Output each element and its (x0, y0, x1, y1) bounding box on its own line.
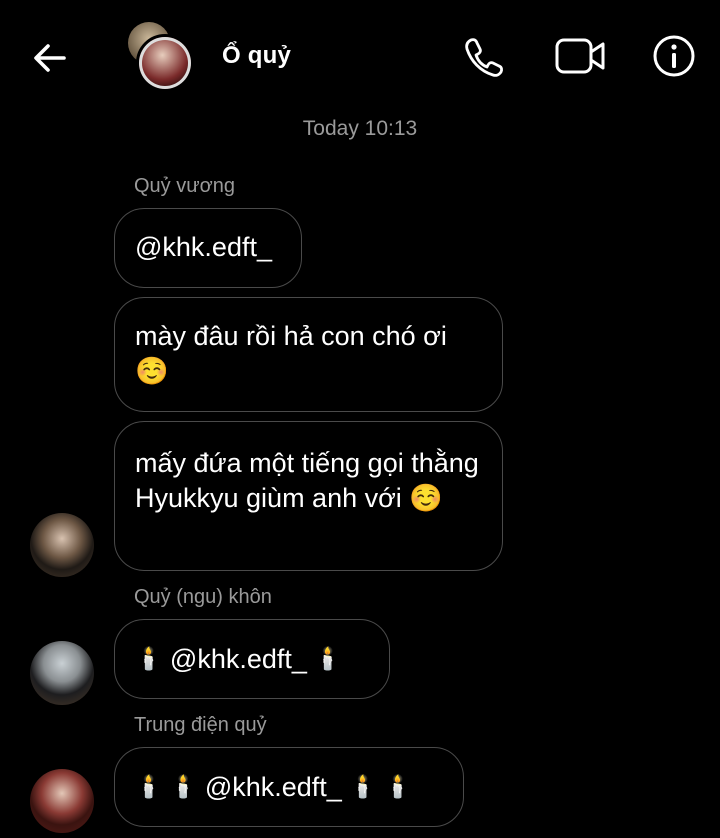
info-icon (653, 35, 695, 77)
arrow-left-icon (34, 44, 66, 72)
info-button[interactable] (652, 34, 696, 78)
back-button[interactable] (30, 38, 70, 78)
call-button[interactable] (462, 34, 506, 78)
avatar[interactable] (30, 513, 94, 577)
group-avatar-front (136, 34, 194, 92)
group-avatar[interactable] (124, 22, 194, 92)
message-bubble[interactable]: 🕯️ @khk.edft_ 🕯️ (114, 619, 390, 699)
message-text: mày đâu rồi hả con chó ơi ☺️ (135, 321, 447, 386)
message-bubble[interactable]: mấy đứa một tiếng gọi thằng Hyukkyu giùm… (114, 421, 503, 571)
candle-emoji: 🕯️ (384, 774, 412, 799)
message-text: mấy đứa một tiếng gọi thằng Hyukkyu giùm… (135, 448, 479, 513)
sender-name: Trung điện quỷ (134, 714, 267, 736)
message-text: @khk.edft_ (135, 232, 272, 262)
video-camera-icon (555, 38, 605, 74)
message-bubble[interactable]: @khk.edft_ (114, 208, 302, 288)
chat-title[interactable]: Ổ quỷ (222, 42, 291, 70)
candle-emoji: 🕯️ (169, 774, 198, 799)
candle-emoji: 🕯️ (314, 646, 342, 671)
sender-name: Quỷ vương (134, 175, 235, 197)
avatar[interactable] (30, 769, 94, 833)
timestamp: Today 10:13 (302, 117, 418, 140)
message-text: @khk.edft_ (169, 644, 307, 674)
message-text: @khk.edft_ (204, 772, 342, 802)
message-bubble[interactable]: 🕯️ 🕯️ @khk.edft_ 🕯️ 🕯️ (114, 747, 464, 827)
sender-name: Quỷ (ngu) khôn (134, 586, 272, 608)
candle-emoji: 🕯️ (135, 646, 163, 671)
video-call-button[interactable] (554, 36, 606, 76)
candle-emoji: 🕯️ (135, 774, 163, 799)
avatar[interactable] (30, 641, 94, 705)
message-bubble[interactable]: mày đâu rồi hả con chó ơi ☺️ (114, 297, 503, 412)
candle-emoji: 🕯️ (349, 774, 377, 799)
phone-icon (465, 38, 503, 77)
